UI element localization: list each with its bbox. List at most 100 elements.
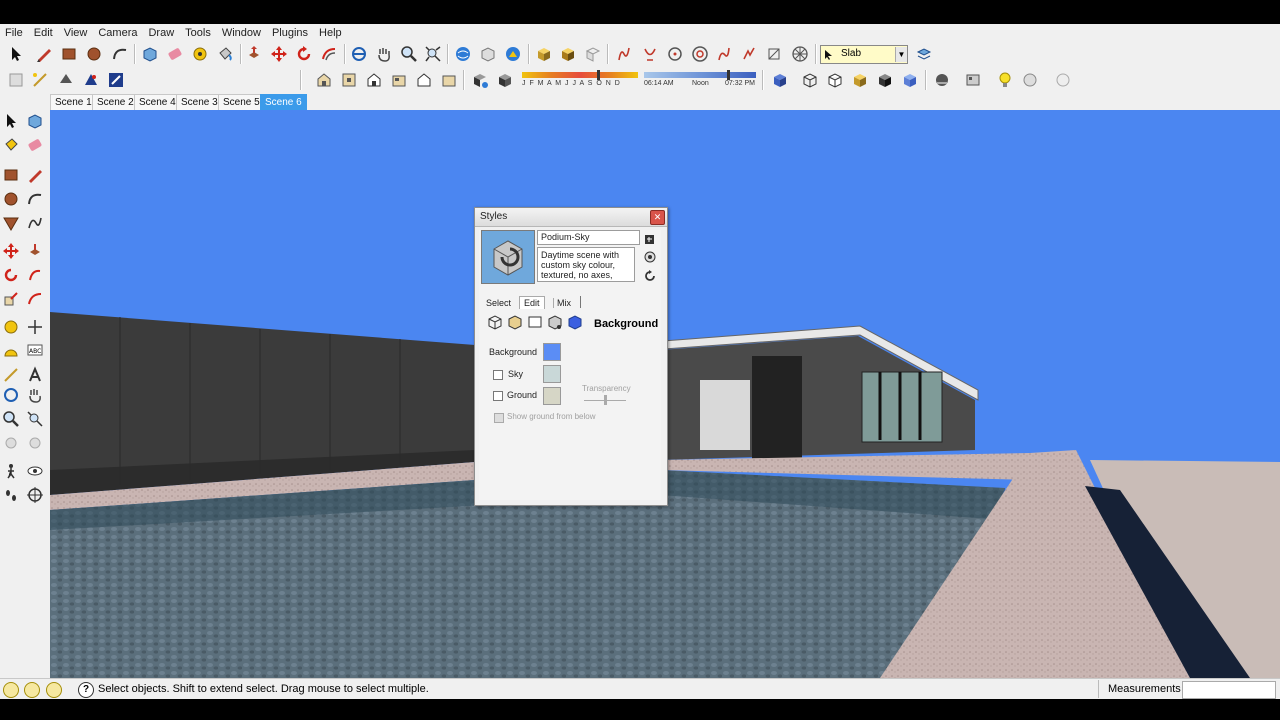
sky-checkbox[interactable] <box>493 370 503 380</box>
edge-settings-icon[interactable] <box>487 314 503 330</box>
paint-bucket-icon[interactable] <box>0 134 22 156</box>
get-photo-texture-icon[interactable] <box>503 44 523 64</box>
transparency-slider-thumb[interactable] <box>604 395 607 405</box>
user-icon[interactable] <box>46 682 62 698</box>
close-icon[interactable]: ✕ <box>650 210 665 225</box>
shadows-toggle-icon[interactable] <box>470 70 490 90</box>
add-detail-icon[interactable] <box>739 44 759 64</box>
menu-draw[interactable]: Draw <box>143 27 180 39</box>
next-view-icon[interactable] <box>24 432 46 454</box>
select-tool-icon[interactable] <box>0 110 22 132</box>
arc-icon[interactable] <box>110 44 130 64</box>
protractor-icon[interactable] <box>0 340 22 362</box>
ground-checkbox[interactable] <box>493 391 503 401</box>
geo-location-icon[interactable] <box>3 682 19 698</box>
front-view-icon[interactable] <box>364 70 384 90</box>
smoove-icon[interactable] <box>665 44 685 64</box>
iso-view-icon[interactable] <box>314 70 334 90</box>
footprints-icon[interactable] <box>0 484 22 506</box>
measurements-input[interactable] <box>1182 681 1276 699</box>
arc-icon[interactable] <box>24 188 46 210</box>
update-style-icon[interactable] <box>643 250 657 264</box>
tab-mix[interactable]: Mix <box>553 298 571 308</box>
push-pull-icon[interactable] <box>24 240 46 262</box>
top-view-icon[interactable] <box>339 70 359 90</box>
pan-hand-icon[interactable] <box>24 384 46 406</box>
circle-icon[interactable] <box>84 44 104 64</box>
render-icon[interactable] <box>932 70 952 90</box>
scene-tab-1[interactable]: Scene 1 <box>50 94 97 110</box>
month-slider-thumb[interactable] <box>597 70 600 80</box>
watermark-settings-icon[interactable] <box>547 314 563 330</box>
3d-text-icon[interactable] <box>24 364 46 386</box>
rotate-icon[interactable] <box>0 264 22 286</box>
walk-icon[interactable] <box>0 460 22 482</box>
scene-tab-5[interactable]: Scene 5 <box>218 94 265 110</box>
move-icon[interactable] <box>269 44 289 64</box>
previous-view-icon[interactable] <box>0 432 22 454</box>
scene-tab-6[interactable]: Scene 6 <box>260 94 307 110</box>
freehand-icon[interactable] <box>24 212 46 234</box>
sandbox-scratch-icon[interactable] <box>640 44 660 64</box>
model-viewport[interactable]: Styles ✕ Podium-Sky Daytime scene with c… <box>50 110 1280 678</box>
sky-color-swatch[interactable] <box>543 365 561 383</box>
eraser-icon[interactable] <box>24 134 46 156</box>
zoom-window-icon[interactable] <box>24 408 46 430</box>
tab-select[interactable]: Select <box>486 298 511 308</box>
position-camera-icon[interactable] <box>24 484 46 506</box>
wireframe-icon[interactable] <box>800 70 820 90</box>
components-icon[interactable] <box>534 44 554 64</box>
materials-icon[interactable] <box>558 44 578 64</box>
menu-view[interactable]: View <box>59 27 94 39</box>
help-icon[interactable]: ? <box>78 682 94 698</box>
new-file-icon[interactable] <box>6 70 26 90</box>
tape-measure-icon[interactable] <box>0 316 22 338</box>
polygon-icon[interactable] <box>0 212 22 234</box>
background-settings-icon[interactable] <box>527 314 543 330</box>
create-style-icon[interactable] <box>643 232 657 246</box>
scene-tab-2[interactable]: Scene 2 <box>92 94 139 110</box>
scene-tab-4[interactable]: Scene 3 <box>176 94 223 110</box>
ground-color-swatch[interactable] <box>543 387 561 405</box>
rotate-icon[interactable] <box>294 44 314 64</box>
shaded-icon[interactable] <box>850 70 870 90</box>
background-color-swatch[interactable] <box>543 343 561 361</box>
get-models-icon[interactable] <box>453 44 473 64</box>
shaded-textures-icon[interactable] <box>875 70 895 90</box>
dimension-icon[interactable] <box>30 70 50 90</box>
follow-me-icon[interactable] <box>24 264 46 286</box>
render-settings-icon[interactable] <box>963 70 983 90</box>
paint-bucket-icon[interactable] <box>215 44 235 64</box>
time-slider-track[interactable] <box>644 72 756 78</box>
refresh-icon[interactable] <box>643 269 657 283</box>
flip-edge-icon[interactable] <box>764 44 784 64</box>
credits-icon[interactable] <box>24 682 40 698</box>
orbit-icon[interactable] <box>349 44 369 64</box>
tape-measure-icon[interactable] <box>190 44 210 64</box>
style-description-field[interactable]: Daytime scene with custom sky colour, te… <box>537 247 635 282</box>
styles-icon[interactable] <box>583 44 603 64</box>
zoom-extents-icon[interactable] <box>423 44 443 64</box>
fog-toggle-icon[interactable] <box>495 70 515 90</box>
menu-window[interactable]: Window <box>217 27 267 39</box>
look-around-icon[interactable] <box>24 460 46 482</box>
circle-icon[interactable] <box>0 188 22 210</box>
menu-help[interactable]: Help <box>314 27 348 39</box>
eraser-icon[interactable] <box>165 44 185 64</box>
menu-plugins[interactable]: Plugins <box>267 27 314 39</box>
axes-tool-icon[interactable] <box>24 316 46 338</box>
rectangle-icon[interactable] <box>0 164 22 186</box>
zoom-icon[interactable] <box>399 44 419 64</box>
light-bulb-icon[interactable] <box>995 70 1015 90</box>
style-name-field[interactable]: Podium-Sky <box>537 230 640 245</box>
render-camera-icon[interactable] <box>1020 70 1040 90</box>
section-cut-icon[interactable] <box>106 70 126 90</box>
pan-hand-icon[interactable] <box>374 44 394 64</box>
modeling-settings-icon[interactable] <box>567 314 583 330</box>
show-ground-checkbox[interactable] <box>494 413 504 423</box>
section-plane-icon[interactable] <box>81 70 101 90</box>
dimension-icon[interactable] <box>0 364 22 386</box>
select-tool-icon[interactable] <box>6 44 26 64</box>
sandbox-from-contours-icon[interactable] <box>614 44 634 64</box>
drape-icon[interactable] <box>714 44 734 64</box>
